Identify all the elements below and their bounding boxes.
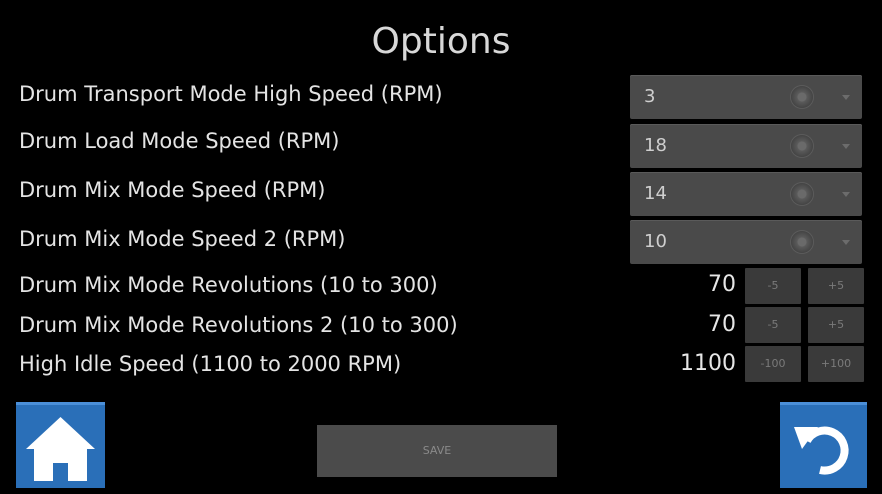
mix-revolutions-value: 70 [708,272,736,297]
mix-revolutions-2-value: 70 [708,312,736,337]
high-idle-decrement-button[interactable]: -100 [745,346,801,382]
home-icon [26,417,95,481]
home-button[interactable] [16,402,105,488]
dropdown-knob-icon [791,135,813,157]
setting-label-mix-revolutions: Drum Mix Mode Revolutions (10 to 300) [19,273,438,297]
setting-label-mix-revolutions-2: Drum Mix Mode Revolutions 2 (10 to 300) [19,313,458,337]
dropdown-knob-icon [791,231,813,253]
mix-revolutions-decrement-button[interactable]: -5 [745,268,801,304]
chevron-down-icon [842,192,850,197]
setting-label-mix-speed-2: Drum Mix Mode Speed 2 (RPM) [19,227,346,251]
dropdown-value: 14 [644,183,667,204]
chevron-down-icon [842,240,850,245]
dropdown-knob-icon [791,183,813,205]
mix-revolutions-2-increment-button[interactable]: +5 [808,307,864,343]
reset-button[interactable] [780,402,867,488]
mix-speed-2-dropdown[interactable]: 10 [630,220,862,264]
setting-label-load-speed: Drum Load Mode Speed (RPM) [19,129,340,153]
load-speed-dropdown[interactable]: 18 [630,124,862,168]
save-button[interactable]: SAVE [317,425,557,477]
setting-label-transport-speed: Drum Transport Mode High Speed (RPM) [19,82,443,106]
transport-speed-dropdown[interactable]: 3 [630,75,862,119]
setting-label-high-idle-speed: High Idle Speed (1100 to 2000 RPM) [19,352,402,376]
dropdown-knob-icon [791,86,813,108]
dropdown-value: 3 [644,86,656,107]
mix-revolutions-2-decrement-button[interactable]: -5 [745,307,801,343]
chevron-down-icon [842,95,850,100]
high-idle-speed-value: 1100 [680,351,736,376]
high-idle-increment-button[interactable]: +100 [808,346,864,382]
page-title: Options [371,21,511,62]
dropdown-value: 10 [644,231,667,252]
dropdown-value: 18 [644,135,667,156]
mix-speed-dropdown[interactable]: 14 [630,172,862,216]
undo-icon [794,426,849,475]
setting-label-mix-speed: Drum Mix Mode Speed (RPM) [19,178,326,202]
chevron-down-icon [842,144,850,149]
mix-revolutions-increment-button[interactable]: +5 [808,268,864,304]
